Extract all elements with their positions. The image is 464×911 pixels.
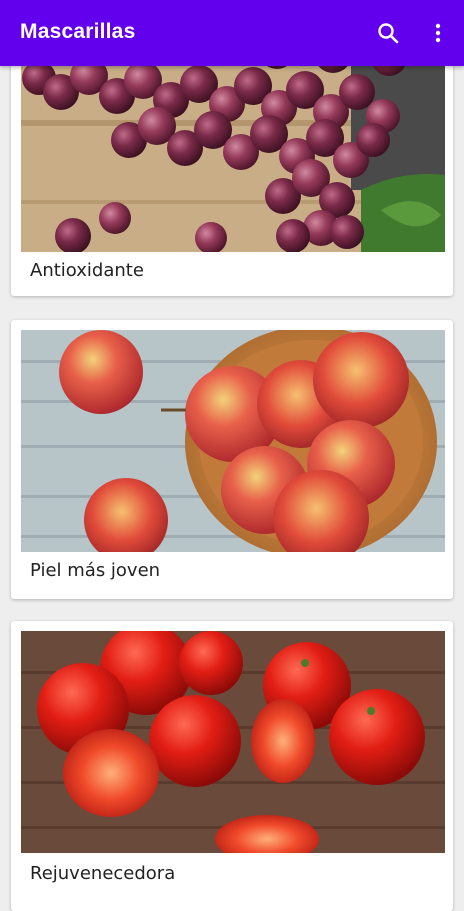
card-image-tomatoes [21, 631, 445, 853]
card-label: Rejuvenecedora [30, 863, 176, 884]
search-button[interactable] [372, 17, 404, 49]
card-image-apples [21, 330, 445, 552]
overflow-menu-button[interactable] [422, 17, 454, 49]
card-list: Antioxidante Piel más joven Rejuvenecedo… [0, 0, 464, 911]
app-bar: Mascarillas [0, 0, 464, 66]
card-label: Antioxidante [30, 260, 144, 281]
card-piel-mas-joven[interactable]: Piel más joven [11, 320, 453, 599]
more-vert-icon [435, 23, 441, 43]
card-label: Piel más joven [30, 560, 161, 581]
search-icon [378, 23, 399, 44]
app-bar-title: Mascarillas [20, 20, 136, 43]
card-rejuvenecedora[interactable]: Rejuvenecedora [11, 621, 453, 911]
